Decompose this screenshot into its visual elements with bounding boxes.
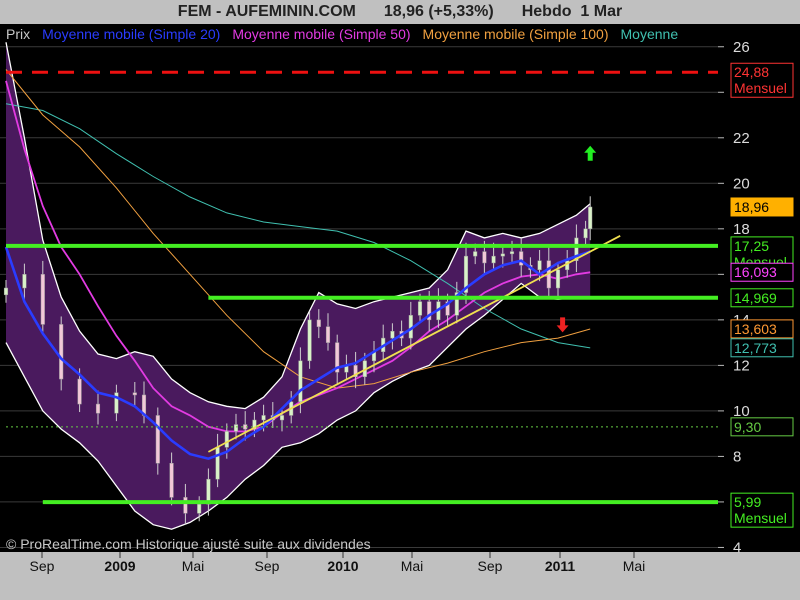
x-tick-label: Mai (623, 558, 646, 574)
price-candle (77, 378, 82, 405)
legend: Prix Moyenne mobile (Simple 20) Moyenne mo… (6, 26, 678, 42)
legend-item[interactable]: Prix (6, 26, 30, 42)
price-candle (555, 269, 561, 289)
price-candle (3, 287, 9, 296)
price-label-text: 9,30 (734, 419, 761, 435)
legend-item[interactable]: Moyenne mobile (Simple 50) (232, 26, 410, 42)
price-candle (183, 497, 188, 514)
x-axis: Sep 2009 Mai Sep 2010 Mai Sep 2011 Mai (30, 552, 646, 574)
y-tick-label: 26 (733, 39, 750, 56)
price-candle (316, 319, 321, 327)
price-label-text: 24,88 (734, 64, 769, 80)
price-candle (588, 206, 593, 230)
price-axis (718, 24, 800, 552)
x-tick-label: Sep (478, 558, 503, 574)
price-candle (155, 415, 160, 464)
price-candle (59, 324, 64, 380)
price-label-text: Mensuel (734, 510, 787, 526)
x-tick-label: 2011 (545, 558, 576, 574)
x-tick-label: Mai (182, 558, 205, 574)
x-tick-label: 2009 (104, 558, 135, 574)
x-tick-label: 2010 (327, 558, 358, 574)
footer-note: © ProRealTime.com Historique ajusté suit… (6, 536, 371, 552)
legend-item[interactable]: Moyenne mobile (Simple 100) (423, 26, 609, 42)
price-candle (22, 274, 27, 289)
legend-item[interactable]: Moyenne mobile (Simple 20) (42, 26, 220, 42)
price-chart[interactable]: Prix Moyenne mobile (Simple 20) Moyenne mo… (0, 0, 800, 600)
y-tick-label: 18 (733, 221, 750, 238)
price-candle (224, 431, 229, 448)
price-candle (500, 253, 505, 257)
price-label-text: 16,093 (734, 264, 777, 280)
price-candle (390, 330, 395, 339)
price-candle (307, 319, 312, 362)
price-candle (279, 415, 285, 421)
price-label-text: 12,773 (734, 340, 777, 356)
y-tick-label: 20 (733, 175, 750, 192)
price-candle (583, 228, 588, 239)
legend-item[interactable]: Moyenne (621, 26, 679, 42)
price-label-text: 13,603 (734, 321, 777, 337)
y-tick-label: 4 (733, 539, 741, 556)
price-label-text: 5,99 (734, 494, 761, 510)
price-candle (325, 326, 331, 343)
price-label-text: 14,969 (734, 290, 777, 306)
price-candle (537, 260, 542, 271)
price-candle (233, 424, 239, 432)
price-candle (197, 503, 202, 514)
price-candle (215, 447, 220, 480)
price-candle (417, 301, 423, 316)
price-candle (169, 462, 174, 498)
price-candle (298, 360, 303, 403)
x-tick-label: Sep (255, 558, 280, 574)
x-tick-label: Mai (401, 558, 424, 574)
price-candle (482, 251, 487, 264)
price-label-text: Mensuel (734, 80, 787, 96)
price-label-text: 17,25 (734, 238, 769, 254)
price-label-text: 18,96 (734, 199, 769, 215)
price-candle (491, 255, 496, 264)
price-candle (40, 274, 45, 325)
price-candle (95, 403, 101, 414)
chart-window: FEM - AUFEMININ.COM 18,96 (+5,33%) Hebdo… (0, 0, 800, 600)
price-candle (509, 251, 515, 255)
price-candle (132, 392, 137, 396)
y-tick-label: 8 (733, 448, 741, 465)
y-tick-label: 12 (733, 357, 750, 374)
x-tick-label: Sep (30, 558, 55, 574)
price-candle (473, 251, 478, 257)
price-candle (261, 415, 266, 421)
y-tick-label: 22 (733, 130, 750, 147)
